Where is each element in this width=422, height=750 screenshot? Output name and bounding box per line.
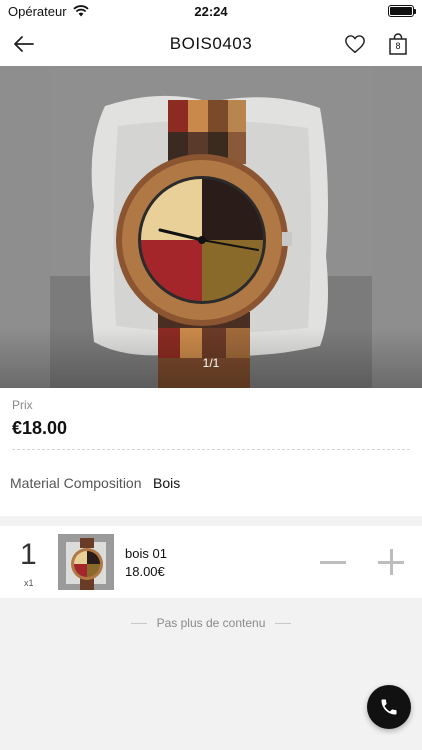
variant-thumbnail — [58, 534, 114, 590]
attribute-row: Material Composition Bois — [0, 450, 422, 516]
end-message: Pas plus de contenu — [156, 616, 266, 630]
end-of-content: Pas plus de contenu — [0, 616, 422, 630]
product-gallery[interactable]: 1/1 — [0, 66, 422, 388]
call-button[interactable] — [367, 685, 411, 729]
variant-price: 18.00€ — [125, 564, 165, 579]
end-line-right — [275, 622, 292, 624]
battery-icon — [388, 5, 416, 17]
variant-name: bois 01 — [125, 546, 167, 561]
price-label: Prix — [12, 398, 33, 412]
attribute-value: Bois — [153, 475, 181, 491]
status-bar: Opérateur 22:24 — [0, 0, 422, 22]
carrier-group: Opérateur — [8, 4, 89, 19]
battery-level — [390, 7, 412, 15]
page-title: BOIS0403 — [169, 34, 253, 53]
increase-quantity-button[interactable] — [374, 548, 408, 576]
cart-button[interactable]: 8 — [388, 32, 408, 56]
decrease-quantity-button[interactable] — [316, 548, 350, 576]
cart-count-badge: 8 — [395, 41, 401, 51]
attribute-label: Material Composition — [10, 475, 142, 491]
nav-bar: BOIS0403 8 — [0, 22, 422, 66]
end-line-left — [130, 622, 147, 624]
heart-icon[interactable] — [344, 33, 366, 55]
gallery-page-counter: 1/1 — [202, 356, 220, 370]
price-value: €18.00 — [12, 418, 68, 438]
wifi-icon — [72, 5, 89, 17]
price-section: Prix €18.00 — [0, 388, 422, 450]
variant-row: 1 x1 bois 01 18.00€ — [0, 526, 422, 598]
variant-multiplier: x1 — [24, 578, 34, 588]
back-arrow-icon[interactable] — [12, 32, 36, 56]
phone-icon — [381, 699, 397, 715]
variant-quantity: 1 — [20, 538, 37, 571]
carrier-name: Opérateur — [8, 3, 67, 19]
